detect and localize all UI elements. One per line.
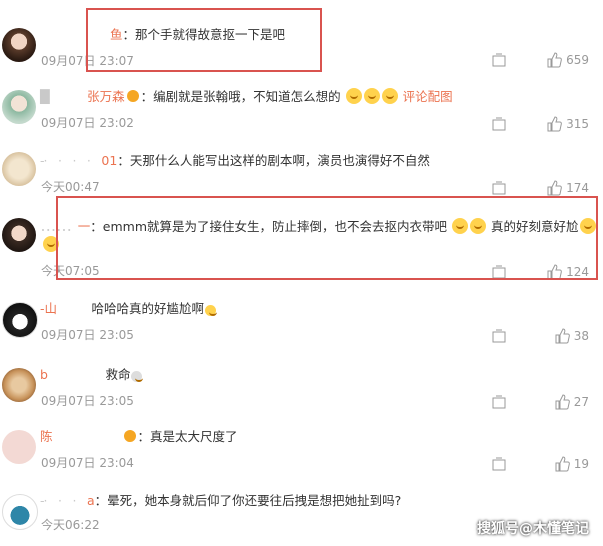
comment-image-link[interactable]: 评论配图: [403, 89, 453, 104]
like-button[interactable]: 38: [554, 328, 589, 344]
redacted-username: -· · · ·: [40, 153, 102, 168]
badge-icon: [126, 90, 139, 102]
like-count: 27: [573, 395, 589, 409]
watermark: 搜狐号@木懂笔记: [477, 521, 589, 537]
avatar[interactable]: [2, 90, 36, 124]
highlight-box: [56, 196, 598, 280]
comment-time: 今天06:22: [41, 518, 100, 532]
like-button[interactable]: 315: [546, 116, 589, 132]
avatar[interactable]: [2, 218, 36, 252]
comment-time: 09月07日 23:04: [41, 456, 134, 470]
highlight-box: [86, 8, 322, 72]
comment-username[interactable]: b: [40, 367, 48, 382]
emoji-icon: [363, 88, 380, 104]
like-button[interactable]: 19: [554, 456, 589, 472]
like-count: 38: [573, 329, 589, 343]
comment-time: 09月07日 23:05: [41, 394, 134, 408]
avatar[interactable]: [2, 28, 36, 62]
emoji-icon: [131, 371, 144, 382]
comment-time: 09月07日 23:02: [41, 116, 134, 130]
thumbs-up-icon: [555, 394, 570, 410]
redacted-username: -· · ·: [40, 493, 87, 508]
thumbs-up-icon: [547, 180, 562, 196]
avatar[interactable]: [2, 152, 36, 186]
like-count: 315: [566, 117, 589, 131]
like-button[interactable]: 659: [546, 52, 589, 68]
avatar[interactable]: [2, 430, 36, 464]
avatar[interactable]: [2, 494, 38, 530]
comment-time: 今天00:47: [41, 180, 100, 194]
comment-text: 晕死，她本身就后仰了你还要往后拽是想把她扯到吗?: [107, 493, 402, 508]
share-icon[interactable]: [492, 395, 506, 409]
redacted-username: █: [40, 89, 84, 104]
like-count: 19: [573, 457, 589, 471]
comment-time: 09月07日 23:05: [41, 328, 134, 342]
redacted-username: [48, 367, 106, 382]
share-icon[interactable]: [492, 457, 506, 471]
avatar[interactable]: [2, 302, 38, 338]
comment-username[interactable]: 张万森: [87, 89, 125, 104]
comment-username[interactable]: 山: [45, 301, 58, 316]
avatar[interactable]: [2, 368, 36, 402]
redacted-username: [57, 301, 92, 316]
like-button[interactable]: 174: [546, 180, 589, 196]
comment-username[interactable]: 01: [101, 153, 117, 168]
comment-text: 天那什么人能写出这样的剧本啊，演员也演得好不自然: [129, 153, 430, 168]
emoji-icon: [345, 88, 362, 104]
thumbs-up-icon: [547, 116, 562, 132]
thumbs-up-icon: [555, 456, 570, 472]
badge-icon: [123, 430, 136, 442]
like-count: 659: [566, 53, 589, 67]
like-button[interactable]: 27: [554, 394, 589, 410]
comment-text: 编剧就是张翰哦，不知道怎么想的: [153, 89, 341, 104]
share-icon[interactable]: [492, 329, 506, 343]
redacted-username: [53, 429, 122, 444]
comment-text: 真是太大尺度了: [150, 429, 238, 444]
share-icon[interactable]: [492, 53, 506, 67]
thumbs-up-icon: [547, 52, 562, 68]
comment-text: 哈哈哈真的好尴尬啊: [91, 301, 205, 316]
comment-username[interactable]: 陈: [40, 429, 53, 444]
comment-username[interactable]: a: [87, 493, 95, 508]
thumbs-up-icon: [555, 328, 570, 344]
emoji-icon: [205, 305, 218, 316]
like-count: 174: [566, 181, 589, 195]
comment-text: 救命: [105, 367, 131, 382]
share-icon[interactable]: [492, 117, 506, 131]
share-icon[interactable]: [492, 181, 506, 195]
emoji-icon: [381, 88, 398, 104]
